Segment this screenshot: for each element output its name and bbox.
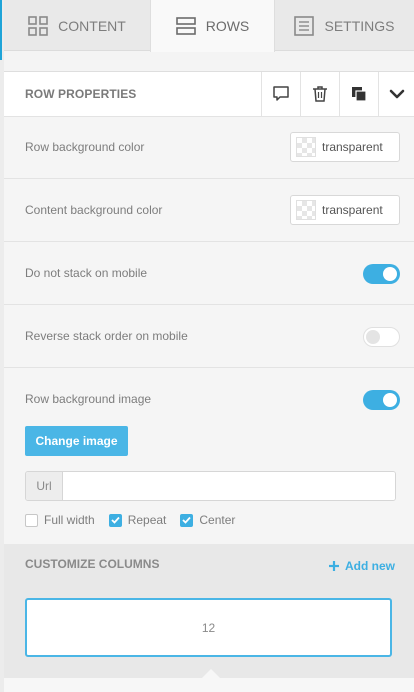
no-stack-setting: Do not stack on mobile: [4, 242, 414, 305]
toggle-knob: [383, 393, 397, 407]
add-new-label: Add new: [345, 559, 395, 573]
checkbox-checked-icon: [180, 513, 194, 527]
transparent-swatch-icon: [296, 137, 316, 157]
row-bg-image-setting: Row background image Change image Url Fu…: [4, 368, 414, 544]
tab-bar: CONTENT ROWS SETTINGS: [4, 0, 414, 52]
left-accent-bar: [0, 0, 2, 60]
add-column-button[interactable]: Add new: [329, 559, 395, 573]
duplicate-icon: [352, 87, 367, 102]
row-editor-panel: CONTENT ROWS SETTINGS ROW PROPERTIES Row…: [0, 0, 414, 692]
full-width-label: Full width: [44, 513, 95, 527]
chevron-down-icon: [389, 89, 404, 99]
row-bg-color-value: transparent: [322, 140, 383, 154]
customize-columns-title: CUSTOMIZE COLUMNS: [25, 557, 160, 571]
tab-content-label: CONTENT: [58, 17, 126, 34]
comment-button[interactable]: [261, 71, 300, 117]
trash-icon: [313, 86, 327, 102]
repeat-checkbox[interactable]: Repeat: [108, 513, 167, 527]
transparent-swatch-icon: [296, 200, 316, 220]
toggle-knob: [366, 330, 380, 344]
duplicate-row-button[interactable]: [339, 71, 378, 117]
change-image-button[interactable]: Change image: [25, 426, 128, 456]
tab-rows[interactable]: ROWS: [150, 0, 275, 52]
delete-row-button[interactable]: [300, 71, 339, 117]
column-settings-strip: [4, 678, 414, 692]
center-checkbox[interactable]: Center: [180, 513, 235, 527]
repeat-label: Repeat: [127, 513, 167, 527]
grid-icon: [28, 15, 48, 36]
content-bg-color-label: Content background color: [25, 203, 163, 217]
row-bg-color-label: Row background color: [25, 140, 145, 154]
customize-columns-section: CUSTOMIZE COLUMNS Add new 12: [4, 544, 414, 692]
toggle-knob: [383, 267, 397, 281]
reverse-stack-label: Reverse stack order on mobile: [25, 329, 188, 343]
tab-settings-label: SETTINGS: [324, 17, 395, 34]
collapse-button[interactable]: [378, 71, 414, 117]
url-addon-label: Url: [26, 472, 63, 500]
selected-column-caret: [202, 669, 220, 678]
comment-icon: [273, 86, 289, 101]
row-properties-title: ROW PROPERTIES: [25, 87, 137, 101]
settings-list-icon: [294, 15, 315, 36]
center-label: Center: [199, 513, 236, 527]
full-width-checkbox[interactable]: Full width: [25, 513, 95, 527]
row-properties-header: ROW PROPERTIES: [4, 71, 414, 117]
content-bg-color-setting: Content background color transparent: [4, 179, 414, 242]
plus-icon: [329, 561, 339, 571]
row-bg-color-picker[interactable]: transparent: [290, 132, 400, 162]
tab-rows-label: ROWS: [205, 18, 250, 34]
no-stack-toggle[interactable]: [363, 264, 400, 284]
content-bg-color-picker[interactable]: transparent: [290, 195, 400, 225]
reverse-stack-toggle[interactable]: [363, 327, 400, 347]
content-bg-color-value: transparent: [322, 203, 383, 217]
url-field-group: Url: [25, 471, 396, 501]
url-input[interactable]: [63, 472, 395, 500]
row-bg-image-label: Row background image: [25, 392, 152, 406]
column-block[interactable]: 12: [25, 598, 392, 657]
tab-content[interactable]: CONTENT: [4, 0, 150, 51]
checkbox-empty-icon: [25, 513, 38, 527]
reverse-stack-setting: Reverse stack order on mobile: [4, 305, 414, 368]
row-bg-image-toggle[interactable]: [363, 390, 400, 410]
checkbox-checked-icon: [108, 513, 122, 527]
row-bg-color-setting: Row background color transparent: [4, 117, 414, 179]
no-stack-label: Do not stack on mobile: [25, 266, 148, 280]
rows-icon: [175, 17, 196, 35]
bg-image-options: Full width Repeat Center: [25, 513, 235, 527]
tab-settings[interactable]: SETTINGS: [275, 0, 414, 51]
